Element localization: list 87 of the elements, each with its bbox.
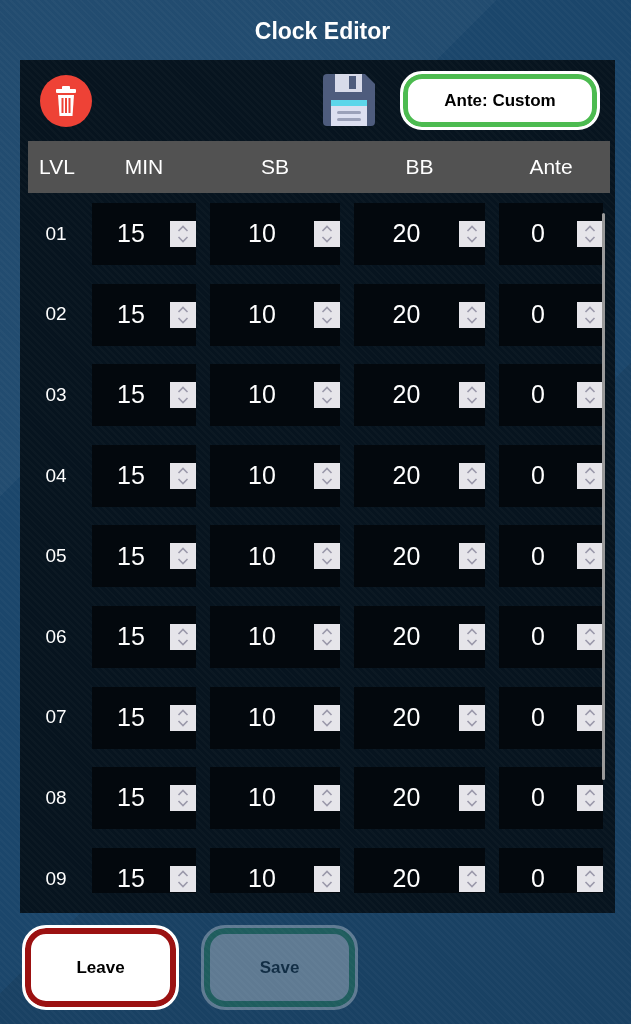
level-label: 07: [44, 705, 68, 730]
number-field[interactable]: 10: [210, 364, 340, 427]
up-down-chevron-icon[interactable]: [170, 785, 196, 812]
column-header: SB: [260, 154, 290, 181]
number-field[interactable]: 10: [210, 444, 340, 507]
level-label: 05: [44, 544, 68, 569]
number-field[interactable]: 0: [499, 283, 603, 346]
up-down-chevron-icon[interactable]: [459, 865, 485, 892]
number-field[interactable]: 0: [499, 605, 603, 668]
level-label: 09: [44, 866, 68, 891]
up-down-chevron-icon[interactable]: [314, 382, 340, 409]
number-field[interactable]: 15: [92, 283, 196, 346]
up-down-chevron-icon[interactable]: [577, 382, 603, 409]
up-down-chevron-icon[interactable]: [314, 785, 340, 812]
number-field[interactable]: 20: [354, 444, 485, 507]
up-down-chevron-icon[interactable]: [170, 382, 196, 409]
number-field[interactable]: 10: [210, 203, 340, 265]
up-down-chevron-icon[interactable]: [170, 543, 196, 570]
level-label: 06: [44, 624, 68, 649]
number-field[interactable]: 20: [354, 203, 485, 265]
number-field[interactable]: 15: [92, 767, 196, 830]
number-field[interactable]: 15: [92, 525, 196, 588]
level-label: 03: [44, 382, 68, 407]
up-down-chevron-icon[interactable]: [314, 623, 340, 650]
number-field[interactable]: 10: [210, 767, 340, 830]
number-field[interactable]: 10: [210, 686, 340, 749]
number-field[interactable]: 0: [499, 444, 603, 507]
up-down-chevron-icon[interactable]: [459, 382, 485, 409]
level-label: 08: [44, 785, 68, 810]
number-field[interactable]: 0: [499, 525, 603, 588]
number-field[interactable]: 15: [92, 444, 196, 507]
column-header: LVL: [38, 154, 76, 181]
up-down-chevron-icon[interactable]: [459, 462, 485, 489]
up-down-chevron-icon[interactable]: [577, 462, 603, 489]
up-down-chevron-icon[interactable]: [459, 301, 485, 328]
up-down-chevron-icon[interactable]: [577, 301, 603, 328]
number-field[interactable]: 20: [354, 283, 485, 346]
number-field[interactable]: 0: [499, 686, 603, 749]
up-down-chevron-icon[interactable]: [459, 704, 485, 731]
number-field[interactable]: 20: [354, 686, 485, 749]
window-title: Clock Editor: [253, 17, 391, 46]
level-label: 04: [44, 463, 68, 488]
number-field[interactable]: 20: [354, 605, 485, 668]
number-field[interactable]: 10: [210, 847, 340, 893]
scrollbar-thumb[interactable]: [602, 213, 605, 780]
level-label: 01: [44, 221, 68, 246]
up-down-chevron-icon[interactable]: [577, 543, 603, 570]
number-field[interactable]: 10: [210, 605, 340, 668]
column-header: Ante: [528, 154, 574, 181]
number-field[interactable]: 20: [354, 364, 485, 427]
column-header: BB: [404, 154, 435, 181]
column-header: MIN: [123, 154, 165, 181]
ante-button[interactable]: Ante: Custom: [400, 71, 600, 130]
trash-icon[interactable]: [40, 74, 92, 127]
number-field[interactable]: 20: [354, 767, 485, 830]
number-field[interactable]: 0: [499, 847, 603, 893]
up-down-chevron-icon[interactable]: [314, 865, 340, 892]
up-down-chevron-icon[interactable]: [170, 623, 196, 650]
number-field[interactable]: 20: [354, 525, 485, 588]
up-down-chevron-icon[interactable]: [577, 623, 603, 650]
up-down-chevron-icon[interactable]: [170, 865, 196, 892]
leave-button[interactable]: Leave: [22, 925, 179, 1010]
up-down-chevron-icon[interactable]: [577, 785, 603, 812]
up-down-chevron-icon[interactable]: [314, 301, 340, 328]
level-label: 02: [44, 302, 68, 327]
up-down-chevron-icon[interactable]: [459, 623, 485, 650]
number-field[interactable]: 15: [92, 847, 196, 893]
number-field[interactable]: 15: [92, 605, 196, 668]
up-down-chevron-icon[interactable]: [577, 704, 603, 731]
up-down-chevron-icon[interactable]: [314, 462, 340, 489]
number-field[interactable]: 15: [92, 203, 196, 265]
up-down-chevron-icon[interactable]: [459, 543, 485, 570]
number-field[interactable]: 0: [499, 364, 603, 427]
number-field[interactable]: 20: [354, 847, 485, 893]
number-field[interactable]: 10: [210, 283, 340, 346]
up-down-chevron-icon[interactable]: [459, 785, 485, 812]
number-field[interactable]: 0: [499, 203, 603, 265]
up-down-chevron-icon[interactable]: [577, 865, 603, 892]
number-field[interactable]: 15: [92, 686, 196, 749]
up-down-chevron-icon[interactable]: [170, 704, 196, 731]
up-down-chevron-icon[interactable]: [314, 543, 340, 570]
number-field[interactable]: 10: [210, 525, 340, 588]
number-field[interactable]: 15: [92, 364, 196, 427]
up-down-chevron-icon[interactable]: [314, 704, 340, 731]
up-down-chevron-icon[interactable]: [170, 462, 196, 489]
number-field[interactable]: 0: [499, 767, 603, 830]
up-down-chevron-icon[interactable]: [170, 301, 196, 328]
